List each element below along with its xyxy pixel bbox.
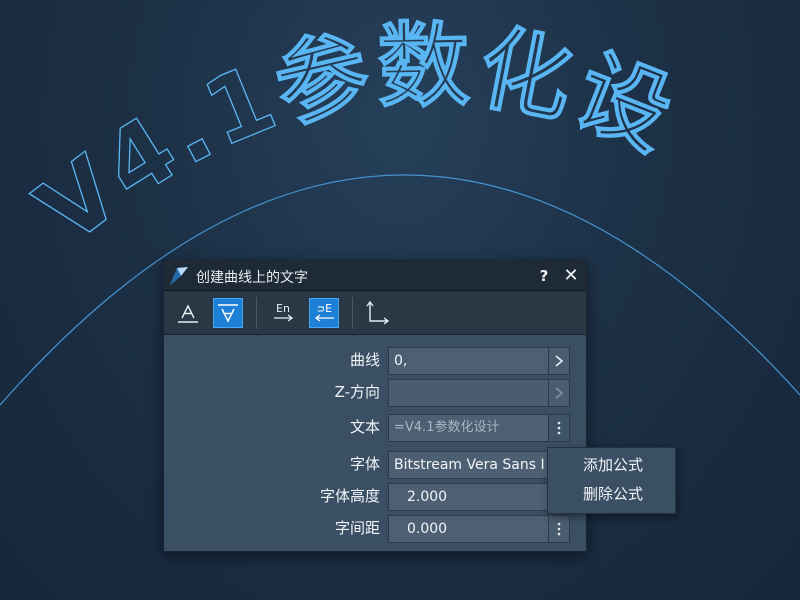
banner-outline-text: V4.1参数化设计: [0, 0, 690, 265]
help-button[interactable]: ?: [534, 265, 554, 287]
dialog-title: 创建曲线上的文字: [196, 270, 308, 286]
text-above-curve-button[interactable]: [173, 298, 203, 328]
curve-pick-button[interactable]: [548, 347, 570, 375]
coordinate-axis-button[interactable]: [363, 298, 393, 328]
toolbar-separator: [256, 297, 257, 329]
text-below-curve-icon: [218, 304, 238, 323]
formula-context-menu: 添加公式 删除公式: [547, 447, 676, 514]
arrow-left-ne-icon: ᴝE: [314, 302, 334, 322]
dialog-toolbar: En ᴝE: [164, 291, 586, 335]
arrow-right-en-icon: En: [274, 302, 294, 322]
more-vertical-icon: [557, 522, 561, 536]
direction-forward-button[interactable]: En: [269, 298, 299, 328]
text-more-button[interactable]: [548, 414, 570, 442]
font-height-label: 字体高度: [319, 487, 380, 505]
menu-item-add-formula[interactable]: 添加公式: [548, 451, 675, 479]
text-field[interactable]: =V4.1参数化设计: [388, 414, 570, 442]
font-field[interactable]: Bitstream Vera Sans I: [388, 451, 548, 479]
axis-corner-icon: [366, 300, 390, 325]
direction-reverse-button[interactable]: ᴝE: [309, 298, 339, 328]
text-above-curve-icon: [178, 304, 198, 323]
toolbar-separator: [352, 297, 353, 329]
dialog-titlebar[interactable]: 创建曲线上的文字 ? ✕: [164, 261, 586, 291]
app-logo-icon: [167, 264, 191, 288]
curve-field[interactable]: 0,: [388, 347, 570, 375]
z-direction-field[interactable]: [388, 379, 570, 407]
z-direction-pick-button[interactable]: [548, 379, 570, 407]
char-spacing-field[interactable]: 0.000: [388, 515, 570, 543]
chevron-right-icon: [555, 387, 564, 399]
menu-item-delete-formula[interactable]: 删除公式: [548, 480, 675, 508]
create-text-on-curve-dialog: 创建曲线上的文字 ? ✕ En ᴝE 曲线 0, Z-方向 文本 =V4.1参数…: [163, 260, 587, 552]
close-button[interactable]: ✕: [560, 265, 582, 287]
font-height-field[interactable]: 2.000: [388, 483, 548, 511]
svg-text:ᴝE: ᴝE: [317, 302, 332, 315]
chevron-right-icon: [555, 355, 564, 367]
parameter-panel: 曲线 0, Z-方向 文本 =V4.1参数化设计 字体 Bitstream Ve…: [164, 335, 586, 551]
font-label: 字体: [349, 455, 380, 473]
char-spacing-more-button[interactable]: [548, 515, 570, 543]
text-label: 文本: [349, 418, 380, 436]
more-vertical-icon: [557, 421, 561, 435]
char-spacing-label: 字间距: [334, 519, 380, 537]
svg-text:En: En: [276, 302, 290, 315]
z-direction-label: Z-方向: [334, 383, 380, 401]
banner-textpath: V4.1参数化设计: [0, 0, 686, 265]
text-below-curve-button[interactable]: [213, 298, 243, 328]
curve-label: 曲线: [349, 351, 380, 369]
